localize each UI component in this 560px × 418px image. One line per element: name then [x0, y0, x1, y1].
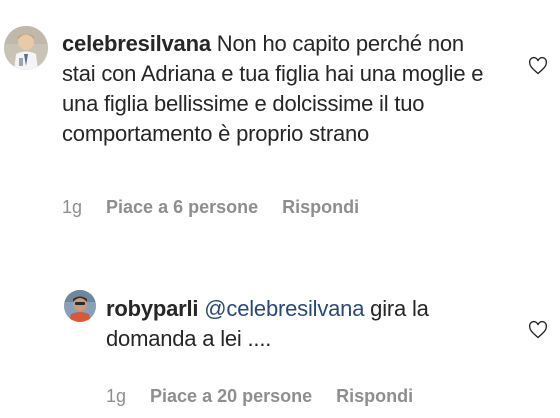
comment-username[interactable]: celebresilvana — [62, 31, 211, 56]
like-heart-icon[interactable] — [528, 320, 548, 340]
avatar[interactable] — [64, 290, 96, 322]
comment-meta: 1g Piace a 6 persone Rispondi — [62, 197, 359, 218]
comment-time[interactable]: 1g — [106, 386, 126, 407]
like-heart-icon[interactable] — [528, 56, 548, 76]
avatar[interactable] — [4, 26, 48, 70]
comment-text: robyparli @celebresilvana gira la domand… — [106, 294, 486, 354]
comment-time[interactable]: 1g — [62, 197, 82, 218]
comment-username[interactable]: robyparli — [106, 296, 199, 321]
comment-meta: 1g Piace a 20 persone Rispondi — [106, 386, 413, 407]
comment-likes[interactable]: Piace a 6 persone — [106, 197, 258, 218]
reply-button[interactable]: Rispondi — [282, 197, 359, 218]
comment-likes[interactable]: Piace a 20 persone — [150, 386, 312, 407]
comment-text: celebresilvana Non ho capito perché non … — [62, 29, 502, 149]
comment-mention[interactable]: @celebresilvana — [204, 296, 364, 321]
avatar-man-photo-icon — [64, 290, 96, 322]
avatar-child-photo-icon — [4, 26, 48, 70]
reply-button[interactable]: Rispondi — [336, 386, 413, 407]
